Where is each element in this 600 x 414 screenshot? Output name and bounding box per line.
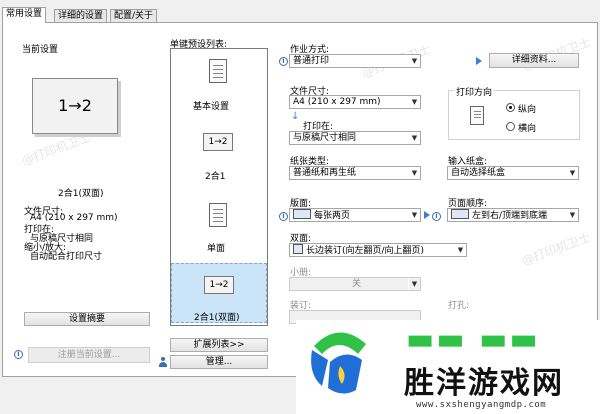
logo-title: 胜洋游戏网 <box>404 366 564 401</box>
arrow-right-icon <box>424 211 430 219</box>
preset-item-2in1[interactable]: 1→2 2合1 <box>171 129 267 185</box>
preset-list[interactable]: 基本设置 1→2 2合1 单面 1→2 2合1(双面) <box>170 48 268 326</box>
orientation-portrait-label: 纵向 <box>518 105 537 115</box>
layout-preview: 1→2 <box>32 78 118 134</box>
chevron-down-icon: ▼ <box>408 278 420 290</box>
chevron-down-icon: ▼ <box>408 167 420 179</box>
orientation-title: 打印方向 <box>454 85 495 98</box>
media-type-value: 普通纸和再生纸 <box>293 168 357 178</box>
layout-value: 每张两页 <box>314 211 351 221</box>
chevron-down-icon: ▼ <box>408 55 420 67</box>
paper-size-value: A4 (210 x 297 mm) <box>293 97 381 107</box>
preset-item-2in1-duplex[interactable]: 1→2 2合1(双面) <box>171 263 267 323</box>
preset-label: 2合1(双面) <box>194 313 240 323</box>
document-icon <box>209 59 227 83</box>
chevron-down-icon: ▼ <box>408 96 420 108</box>
extend-list-button[interactable]: 扩展列表>> <box>170 338 268 352</box>
duplex-icon <box>293 244 303 254</box>
register-current-settings-button[interactable]: 注册当前设置... <box>28 347 150 363</box>
hole-punch-label: 打孔: <box>448 301 470 311</box>
print-on-value: 与原稿尺寸相同 <box>293 133 357 143</box>
booklet-value: 关 <box>351 279 361 289</box>
paper-source-value: 自动选择纸盒 <box>451 168 506 178</box>
tab-common-settings[interactable]: 常用设置 <box>2 7 47 23</box>
two-in-one-icon: 1→2 <box>204 276 234 294</box>
current-settings-title: 当前设置 <box>22 45 59 55</box>
two-in-one-icon: 1→2 <box>203 133 233 151</box>
duplex-value: 长边装订(向左翻页/向上翻页) <box>306 246 425 256</box>
info-icon[interactable]: i <box>279 212 288 221</box>
chevron-down-icon: ▼ <box>454 244 466 256</box>
settings-summary-button[interactable]: 设置摘要 <box>24 312 150 326</box>
tab-bar: 常用设置 详细的设置 配置/关于 <box>0 0 600 23</box>
preset-label: 单面 <box>207 244 226 254</box>
preset-item-basic[interactable]: 基本设置 <box>171 55 267 115</box>
orientation-portrait-radio[interactable] <box>506 103 515 112</box>
paper-size-select[interactable]: A4 (210 x 297 mm) ▼ <box>289 95 421 109</box>
job-type-select[interactable]: 普通打印 ▼ <box>289 54 421 68</box>
preset-label: 基本设置 <box>193 102 230 112</box>
media-type-select[interactable]: 普通纸和再生纸 ▼ <box>289 166 421 180</box>
booklet-select[interactable]: 关 ▼ <box>289 277 421 291</box>
arrow-down-icon: ↓ <box>291 111 300 122</box>
manage-button[interactable]: 管理... <box>170 355 268 369</box>
job-type-value: 普通打印 <box>293 56 330 66</box>
chevron-down-icon: ▼ <box>408 132 420 144</box>
print-on-select[interactable]: 与原稿尺寸相同 ▼ <box>289 131 421 145</box>
paper-source-select[interactable]: 自动选择纸盒 ▼ <box>447 166 579 180</box>
orientation-landscape-radio[interactable] <box>506 122 515 131</box>
preview-text: 1→2 <box>58 96 92 115</box>
info-icon[interactable]: i <box>432 212 441 221</box>
info-icon[interactable]: i <box>279 57 288 66</box>
logo-green-graphic: ▬▬ ▬▬ <box>406 322 540 357</box>
preset-item-single-side[interactable]: 单面 <box>171 199 267 255</box>
tab-config-about[interactable]: 配置/关于 <box>110 9 158 23</box>
info-icon[interactable]: i <box>14 350 23 359</box>
tab-detailed-settings[interactable]: 详细的设置 <box>54 9 108 23</box>
details-button[interactable]: 详细资料... <box>489 53 579 68</box>
user-icon <box>158 357 168 367</box>
detail-zoom-value: 自动配合打印尺寸 <box>30 252 103 262</box>
site-logo-overlay: ▬▬ ▬▬ 胜洋游戏网 www.sxshengyangmdp.com <box>296 320 600 414</box>
chevron-down-icon: ▼ <box>566 209 578 221</box>
document-icon <box>209 203 227 227</box>
orientation-landscape-label: 横向 <box>518 124 537 134</box>
page-order-select[interactable]: 左到右/顶端到底端 ▼ <box>447 208 579 222</box>
logo-url: www.sxshengyangmdp.com <box>416 400 547 410</box>
page-order-value: 左到右/顶端到底端 <box>472 211 548 221</box>
layout-select[interactable]: 每张两页 ▼ <box>289 208 421 222</box>
portrait-page-icon <box>470 106 484 125</box>
chevron-down-icon: ▼ <box>566 167 578 179</box>
preset-label: 2合1 <box>205 172 226 182</box>
two-pages-icon <box>293 209 311 219</box>
site-logo-icon <box>311 332 366 394</box>
current-layout-caption: 2合1(双面) <box>58 189 104 199</box>
arrow-right-icon <box>476 57 482 65</box>
chevron-down-icon: ▼ <box>408 209 420 221</box>
page-order-icon <box>451 209 469 219</box>
duplex-select[interactable]: 长边装订(向左翻页/向上翻页) ▼ <box>289 243 467 257</box>
